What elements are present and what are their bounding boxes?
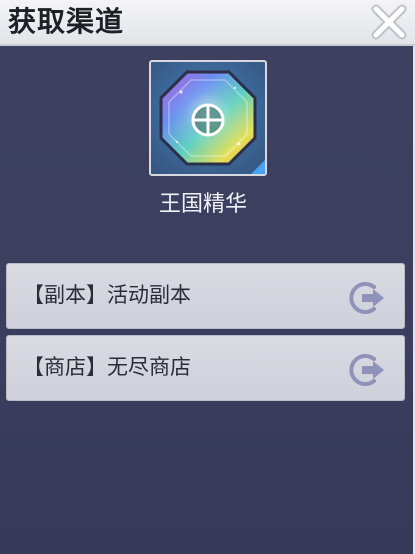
- item-icon-frame[interactable]: [149, 60, 267, 176]
- source-label: 【副本】活动副本: [23, 283, 191, 307]
- acquire-panel: 获取渠道 王国精华 【副本】活动副本 【商店】无尽商店: [0, 0, 415, 554]
- close-icon: [371, 4, 407, 40]
- item-name: 王国精华: [158, 192, 247, 217]
- goto-arrow-icon: [349, 282, 384, 314]
- source-row-endless-shop[interactable]: 【商店】无尽商店: [6, 335, 405, 401]
- prism-gem-icon: [159, 70, 265, 174]
- close-button[interactable]: [369, 2, 409, 42]
- panel-header: 获取渠道: [0, 0, 415, 46]
- goto-arrow-icon: [349, 354, 384, 386]
- source-label: 【商店】无尽商店: [23, 355, 191, 379]
- source-row-activity-dungeon[interactable]: 【副本】活动副本: [6, 263, 405, 329]
- panel-title: 获取渠道: [8, 5, 125, 38]
